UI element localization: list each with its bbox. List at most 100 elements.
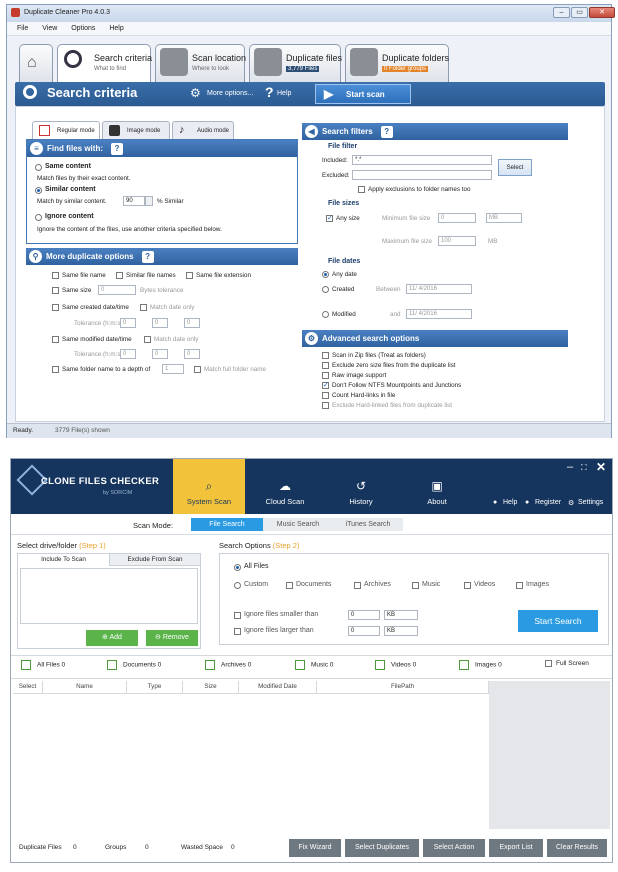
- full-screen-toggle[interactable]: Full Screen: [545, 660, 589, 667]
- hard-links-checkbox[interactable]: [322, 392, 329, 399]
- size-tolerance-input[interactable]: 0: [98, 285, 136, 295]
- modified-hours-input[interactable]: 0: [120, 349, 136, 359]
- tab-regular-mode[interactable]: Regular mode: [32, 121, 100, 139]
- similarity-input[interactable]: 90: [123, 196, 145, 206]
- tab-search-criteria[interactable]: Search criteria What to find: [57, 44, 152, 86]
- any-size-checkbox[interactable]: [326, 215, 333, 222]
- any-date-radio[interactable]: [322, 271, 329, 278]
- custom-radio[interactable]: [234, 582, 241, 589]
- similar-file-names-checkbox[interactable]: [116, 272, 123, 279]
- column-type[interactable]: Type: [127, 681, 183, 693]
- mode-itunes-search[interactable]: iTunes Search: [333, 518, 403, 531]
- larger-unit-select[interactable]: KB: [384, 626, 418, 636]
- created-seconds-input[interactable]: 0: [184, 318, 200, 328]
- tab-audio-mode[interactable]: ♪ Audio mode: [172, 121, 234, 139]
- results-table[interactable]: [13, 693, 489, 829]
- max-size-input[interactable]: 100: [438, 236, 476, 246]
- help-icon[interactable]: ?: [141, 251, 154, 263]
- menu-file[interactable]: File: [17, 25, 28, 32]
- minimize-button[interactable]: –: [553, 7, 570, 18]
- filter-all-files[interactable]: All Files 0: [21, 660, 65, 670]
- ignore-larger-checkbox[interactable]: [234, 628, 241, 635]
- mode-music-search[interactable]: Music Search: [263, 518, 333, 531]
- tab-include[interactable]: Include To Scan: [18, 554, 110, 566]
- menu-help[interactable]: Help: [109, 25, 123, 32]
- zip-checkbox[interactable]: [322, 352, 329, 359]
- export-list-button[interactable]: Export List: [489, 839, 543, 857]
- nav-history[interactable]: ↺ History: [325, 459, 397, 514]
- select-duplicates-button[interactable]: Select Duplicates: [345, 839, 419, 857]
- same-size-checkbox[interactable]: [52, 287, 59, 294]
- filter-music[interactable]: Music 0: [295, 660, 333, 670]
- smaller-unit-select[interactable]: KB: [384, 610, 418, 620]
- maximize-button[interactable]: ⛶: [581, 463, 587, 473]
- tab-duplicate-files[interactable]: Duplicate files 3,779 Files: [249, 44, 342, 84]
- tab-duplicate-folders[interactable]: Duplicate folders 0 Folder groups: [345, 44, 449, 84]
- folder-depth-input[interactable]: 1: [162, 364, 184, 374]
- maximize-button[interactable]: ▭: [571, 7, 588, 18]
- column-size[interactable]: Size: [183, 681, 239, 693]
- filter-videos[interactable]: Videos 0: [375, 660, 416, 670]
- match-full-folder-checkbox[interactable]: [194, 366, 201, 373]
- music-checkbox[interactable]: [412, 582, 419, 589]
- ntfs-checkbox[interactable]: [322, 382, 329, 389]
- similarity-stepper[interactable]: [145, 196, 153, 206]
- menu-view[interactable]: View: [42, 25, 57, 32]
- same-modified-checkbox[interactable]: [52, 336, 59, 343]
- min-size-input[interactable]: 0: [438, 213, 476, 223]
- smaller-size-select[interactable]: 0: [348, 610, 380, 620]
- apply-exclusions-checkbox[interactable]: [358, 186, 365, 193]
- full-screen-checkbox[interactable]: [545, 660, 552, 667]
- start-scan-button[interactable]: ▶ Start scan: [315, 84, 411, 104]
- start-search-button[interactable]: Start Search: [518, 610, 598, 632]
- created-radio[interactable]: [322, 286, 329, 293]
- nav-cloud-scan[interactable]: ☁ Cloud Scan: [249, 459, 321, 514]
- raw-image-checkbox[interactable]: [322, 372, 329, 379]
- modified-minutes-input[interactable]: 0: [152, 349, 168, 359]
- modified-seconds-input[interactable]: 0: [184, 349, 200, 359]
- all-files-radio[interactable]: [234, 564, 241, 571]
- created-date-only-checkbox[interactable]: [140, 304, 147, 311]
- clear-results-button[interactable]: Clear Results: [547, 839, 607, 857]
- nav-system-scan[interactable]: ⌕ System Scan: [173, 459, 245, 514]
- help-icon[interactable]: ?: [380, 126, 393, 138]
- remove-button[interactable]: ⊖ Remove: [146, 630, 198, 646]
- select-action-button[interactable]: Select Action: [423, 839, 485, 857]
- excluded-input[interactable]: [352, 170, 492, 180]
- help-icon[interactable]: ?: [111, 143, 123, 155]
- created-minutes-input[interactable]: 0: [152, 318, 168, 328]
- select-button[interactable]: Select: [498, 159, 532, 176]
- ignore-content-radio[interactable]: [35, 214, 42, 221]
- same-file-name-checkbox[interactable]: [52, 272, 59, 279]
- filter-images[interactable]: Images 0: [459, 660, 502, 670]
- nav-about[interactable]: ▣ About: [401, 459, 473, 514]
- close-button[interactable]: ✕: [589, 7, 615, 18]
- modified-date-picker[interactable]: 11/ 4/2016: [406, 309, 472, 319]
- help-link[interactable]: Help: [503, 499, 517, 506]
- same-folder-checkbox[interactable]: [52, 366, 59, 373]
- column-select[interactable]: Select: [13, 681, 43, 693]
- same-content-radio[interactable]: [35, 164, 42, 171]
- same-created-checkbox[interactable]: [52, 304, 59, 311]
- documents-checkbox[interactable]: [286, 582, 293, 589]
- created-hours-input[interactable]: 0: [120, 318, 136, 328]
- larger-size-select[interactable]: 0: [348, 626, 380, 636]
- images-checkbox[interactable]: [516, 582, 523, 589]
- minimize-button[interactable]: –: [567, 461, 573, 473]
- exclude-zero-checkbox[interactable]: [322, 362, 329, 369]
- created-date-picker[interactable]: 11/ 4/2016: [406, 284, 472, 294]
- archives-checkbox[interactable]: [354, 582, 361, 589]
- mode-file-search[interactable]: File Search: [191, 518, 263, 531]
- tab-scan-location[interactable]: Scan location Where to look: [155, 44, 246, 84]
- modified-radio[interactable]: [322, 311, 329, 318]
- min-size-unit-select[interactable]: MB: [486, 213, 522, 223]
- folder-list[interactable]: [20, 568, 198, 624]
- close-button[interactable]: ✕: [596, 460, 606, 474]
- help-link[interactable]: Help: [277, 90, 291, 97]
- modified-date-only-checkbox[interactable]: [144, 336, 151, 343]
- videos-checkbox[interactable]: [464, 582, 471, 589]
- register-link[interactable]: Register: [535, 499, 561, 506]
- included-input[interactable]: *.*: [352, 155, 492, 165]
- menu-options[interactable]: Options: [71, 25, 95, 32]
- settings-link[interactable]: Settings: [578, 499, 603, 506]
